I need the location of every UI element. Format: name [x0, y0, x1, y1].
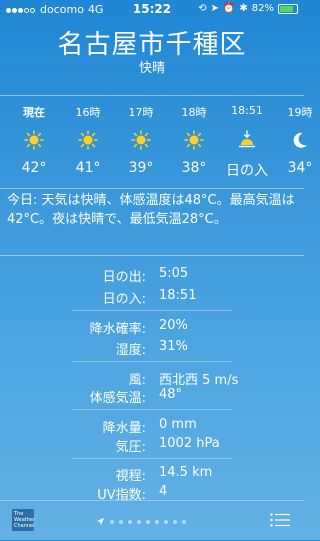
detail-value: 48° — [159, 387, 183, 402]
location-arrow-icon — [96, 517, 105, 526]
hour-time: 18:51 — [231, 104, 263, 117]
detail-row-pressure: 気圧: 1002 hPa — [0, 436, 304, 455]
detail-row-wind: 風: 西北西 5 m/s — [0, 369, 304, 388]
hour-temp: 42° — [21, 160, 47, 176]
detail-value: 31% — [159, 339, 188, 354]
detail-value: 18:51 — [159, 288, 197, 303]
detail-label: 日の入: — [102, 292, 146, 307]
daily-summary: 今日: 天気は快晴、体感温度は48°C。最高気温は42°C。夜は快晴で、最低気温… — [7, 193, 295, 227]
detail-row-sunrise: 日の出: 5:05 — [0, 266, 304, 285]
detail-separator — [72, 310, 232, 311]
detail-value: 5:05 — [159, 266, 189, 281]
detail-row-precipitation: 降水量: 0 mm — [0, 417, 304, 436]
page-dot — [137, 519, 141, 524]
rotation-lock-icon: ⟲ — [198, 3, 207, 14]
detail-value: 0 mm — [159, 417, 197, 432]
page-dot — [164, 519, 168, 524]
detail-label: 湿度: — [115, 343, 146, 358]
page-dot — [155, 519, 159, 524]
hour-time: 17時 — [128, 106, 154, 119]
hour-temp: 41° — [75, 160, 101, 176]
sunset-icon — [239, 130, 255, 148]
hour-time: 16時 — [75, 106, 101, 119]
detail-separator — [72, 409, 232, 410]
detail-value: 4 — [159, 484, 168, 499]
detail-label: 気圧: — [115, 440, 146, 455]
hour-time: 現在 — [23, 106, 45, 119]
alarm-icon: ⏰ — [222, 3, 236, 14]
detail-label: 視程: — [115, 469, 146, 484]
weather-condition: 快晴 — [138, 61, 165, 76]
sun-icon — [184, 130, 204, 150]
hour-time: 18時 — [181, 106, 207, 119]
detail-separator — [72, 361, 232, 362]
hourly-forecast[interactable]: 現在 42° 16時 41° 17時 39° 18時 38° 18:51 日の入… — [0, 95, 313, 189]
page-dot — [110, 519, 114, 524]
detail-row-sunset: 日の入: 18:51 — [0, 288, 304, 307]
detail-label: 日の出: — [102, 270, 146, 285]
detail-row-rain-chance: 降水確率: 20% — [0, 318, 304, 337]
detail-value: 西北西 5 m/s — [159, 373, 239, 388]
page-dot — [173, 519, 177, 524]
hour-time: 19時 — [287, 106, 313, 119]
page-dot — [146, 519, 150, 524]
bottom-toolbar: The Weather Channel — [0, 500, 304, 541]
detail-value: 14.5 km — [159, 465, 213, 480]
weather-channel-logo[interactable]: The Weather Channel — [12, 509, 35, 531]
list-icon[interactable] — [270, 513, 290, 527]
page-indicator[interactable] — [96, 517, 186, 526]
hour-temp: 34° — [287, 160, 313, 176]
page-dot — [128, 519, 132, 524]
hour-temp: 39° — [128, 160, 154, 176]
divider — [0, 255, 304, 256]
status-right: ⟲ ➤ ⏰ ✱ 82% — [198, 3, 298, 14]
city-name: 名古屋市千種区 — [57, 30, 247, 60]
battery-icon — [278, 3, 298, 14]
status-bar: docomo 4G 15:22 ⟲ ➤ ⏰ ✱ 82% — [0, 0, 304, 18]
detail-label: 降水確率: — [89, 322, 146, 337]
moon-icon — [293, 132, 307, 148]
page-dot — [119, 519, 123, 524]
detail-label: 風: — [128, 373, 146, 388]
detail-row-feels-like: 体感気温: 48° — [0, 387, 304, 406]
sun-icon — [78, 130, 98, 150]
bluetooth-icon: ✱ — [239, 3, 248, 14]
detail-value: 20% — [159, 318, 188, 333]
location-arrow-icon: ➤ — [210, 3, 219, 14]
hour-temp: 日の入 — [226, 163, 268, 179]
detail-value: 1002 hPa — [159, 436, 220, 451]
detail-row-humidity: 湿度: 31% — [0, 339, 304, 358]
battery-percent: 82% — [251, 3, 274, 14]
detail-separator — [72, 458, 232, 459]
detail-row-visibility: 視程: 14.5 km — [0, 465, 304, 484]
page-dot — [182, 519, 186, 524]
detail-label: 体感気温: — [89, 391, 146, 406]
sun-icon — [131, 130, 151, 150]
detail-label: 降水量: — [102, 421, 146, 436]
hour-temp: 38° — [181, 160, 207, 176]
sun-icon — [24, 130, 44, 150]
